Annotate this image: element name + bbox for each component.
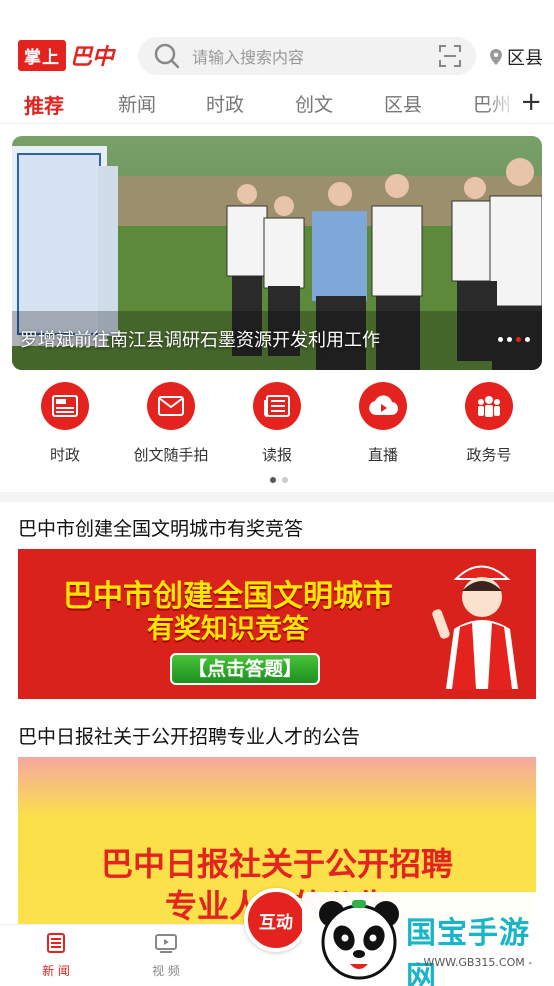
volunteer-illustration [426,549,536,699]
video-icon [155,934,177,953]
watermark-name: 国宝手游网 [406,916,530,986]
quick-link-politics[interactable]: 时政 [15,382,115,465]
tab-recommend[interactable]: 推荐 [24,90,64,119]
mail-icon [147,382,195,430]
top-bar: 掌上 巴中 请输入搜索内容 区县 [0,0,554,80]
news-title[interactable]: 巴中市创建全国文明城市有奖竞答 [18,514,303,541]
cloud-play-icon [359,382,407,430]
quick-links-pagination [270,477,288,483]
search-placeholder: 请输入搜索内容 [192,48,305,67]
channel-tabs: 推荐 新闻 时政 创文 区县 巴州 + [0,84,554,124]
quick-link-photo[interactable]: 创文随手拍 [121,382,221,465]
banner-pagination [498,337,530,342]
location-selector[interactable]: 区县 [490,44,543,70]
answer-button[interactable]: 【点击答题】 [170,653,320,685]
nav-video[interactable]: 视 频 [136,933,196,979]
search-bar[interactable]: 请输入搜索内容 [138,37,476,75]
logo-script: 巴中 [70,45,115,70]
panda-logo [319,900,399,980]
newspaper-icon [253,382,301,430]
nav-label: 视 频 [152,964,180,978]
news-image[interactable]: 巴中市创建全国文明城市 有奖知识竞答 【点击答题】 [18,549,536,699]
tab-fade [486,84,516,122]
quick-link-gov-account[interactable]: 政务号 [439,382,539,465]
quick-link-label: 读报 [261,446,292,464]
logo-box: 掌上 [18,39,66,71]
banner-dot [525,337,530,342]
scan-icon[interactable] [438,44,462,68]
banner-dot [507,337,512,342]
watermark: 国宝手游网 - WWW.GB315.COM - [302,892,554,986]
location-pin-icon [490,49,502,65]
tab-politics[interactable]: 时政 [206,90,244,117]
tab-county[interactable]: 区县 [384,90,422,117]
image-subheadline: 有奖知识竞答 [147,614,309,645]
watermark-url: - WWW.GB315.COM - [416,956,533,969]
image-headline: 巴中日报社关于公开招聘 [100,845,453,883]
quick-link-read-paper[interactable]: 读报 [227,382,327,465]
quick-link-label: 时政 [49,446,80,464]
interact-button[interactable]: 互动 [244,888,308,952]
banner-carousel[interactable]: 罗增斌前往南江县调研石墨资源开发利用工作 [12,136,542,370]
page-dot-active [270,477,276,483]
search-icon [154,43,180,69]
add-channel-icon[interactable]: + [520,89,542,115]
news-paper-icon [41,382,89,430]
page-dot [282,477,288,483]
tab-civilization[interactable]: 创文 [295,90,333,117]
banner-dot [498,337,503,342]
app-logo[interactable]: 掌上 巴中 [18,39,115,71]
banner-dot-active [516,337,521,342]
quick-link-label: 直播 [367,446,398,464]
section-divider [0,492,554,502]
quick-link-label: 创文随手拍 [133,446,209,464]
people-icon [465,382,513,430]
quick-link-live[interactable]: 直播 [333,382,433,465]
news-icon [47,933,65,953]
news-title[interactable]: 巴中日报社关于公开招聘专业人才的公告 [18,722,360,749]
location-label: 区县 [507,48,543,69]
quick-link-label: 政务号 [466,446,512,464]
nav-news[interactable]: 新 闻 [26,933,86,979]
nav-label: 新 闻 [42,964,70,978]
quick-links: 时政 创文随手拍 读报 直播 政务号 [0,382,554,472]
tab-news[interactable]: 新闻 [118,90,156,117]
banner-caption: 罗增斌前往南江县调研石墨资源开发利用工作 [20,330,380,351]
